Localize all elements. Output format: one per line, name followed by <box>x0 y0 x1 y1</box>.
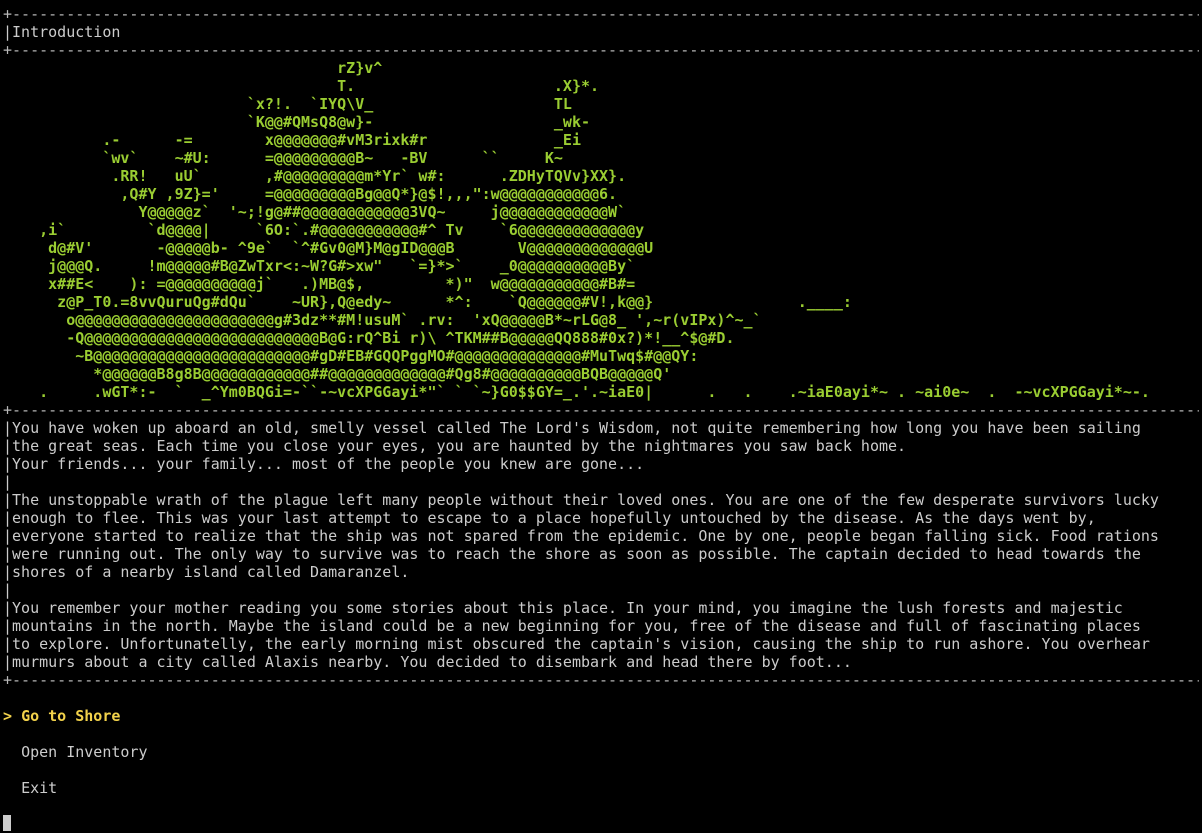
screen-title: |Introduction <box>3 23 121 41</box>
story-line: |enough to flee. This was your last atte… <box>3 509 1096 527</box>
art-line: -Q@@@@@@@@@@@@@@@@@@@@@@@@@@B@G:rQ^Bi r)… <box>3 329 735 347</box>
story-line: |mountains in the north. Maybe the islan… <box>3 617 1141 635</box>
title-border: +---------------------------------------… <box>3 41 1199 59</box>
story-line: |shores of a nearby island called Damara… <box>3 563 410 581</box>
art-line: ,Q#Y ,9Z}=' =@@@@@@@@@Bg@@Q*}@$!,,,":w@@… <box>3 185 618 203</box>
text-cursor <box>3 815 11 831</box>
art-line: rZ}v^ <box>3 59 383 77</box>
story-line: |were running out. The only way to survi… <box>3 545 1141 563</box>
terminal-window: +---------------------------------------… <box>3 5 1199 833</box>
story-line: |You remember your mother reading you so… <box>3 599 1123 617</box>
art-line: Y@@@@@z` '~;!g@##@@@@@@@@@@@@3VQ~ j@@@@@… <box>3 203 627 221</box>
story-line: |The unstoppable wrath of the plague lef… <box>3 491 1159 509</box>
selection-marker: > <box>3 707 22 725</box>
story-line: |to explore. Unfortunatelly, the early m… <box>3 635 1150 653</box>
art-line: T. .X}*. <box>3 77 600 95</box>
art-line: ~B@@@@@@@@@@@@@@@@@@@@@@@@#gD#EB#GQQPggM… <box>3 347 699 365</box>
art-border: +---------------------------------------… <box>3 401 1199 419</box>
art-line: ,i` `d@@@@| `6O:`.#@@@@@@@@@@@#^ Tv `6@@… <box>3 221 645 239</box>
art-line: `x?!. `IYQ\V_ TL <box>3 95 572 113</box>
art-line: .RR! uU` ,#@@@@@@@@@m*Yr` w#: .ZDHyTQVv}… <box>3 167 627 185</box>
art-line: *@@@@@@B8g8B@@@@@@@@@@@@##@@@@@@@@@@@@@#… <box>3 365 672 383</box>
story-border: +---------------------------------------… <box>3 671 1199 689</box>
art-line: `K@@#QMsQ8@w}- _wk- <box>3 113 590 131</box>
story-line: |everyone started to realize that the sh… <box>3 527 1159 545</box>
story-line: |the great seas. Each time you close you… <box>3 437 907 455</box>
story-text: |You have woken up aboard an old, smelly… <box>3 419 1199 671</box>
story-line: | <box>3 473 13 491</box>
story-line: |Your friends... your family... most of … <box>3 455 645 473</box>
art-line: o@@@@@@@@@@@@@@@@@@@@@@g#3dz**#M!usuM` .… <box>3 311 762 329</box>
story-line: | <box>3 581 13 599</box>
art-line: . .wGT*:- ` _^Ym0BQGi=-``-~vcXPGGayi*"` … <box>3 383 1150 401</box>
menu: > Go to Shore Open Inventory Exit <box>3 707 1199 833</box>
menu-item-label: Exit <box>21 779 58 797</box>
story-line: |You have woken up aboard an old, smelly… <box>3 419 1141 437</box>
art-line: j@@@Q. !m@@@@@#B@ZwTxr<:~W?G#>xw" `=}*>`… <box>3 257 636 275</box>
menu-item-label: Go to Shore <box>21 707 121 725</box>
menu-item-exit[interactable]: Exit <box>3 779 1199 797</box>
art-line: .- -= x@@@@@@@#vM3rixk#r _Ei <box>3 131 581 149</box>
menu-item-go-to-shore[interactable]: > Go to Shore <box>3 707 1199 725</box>
ascii-ship-art: rZ}v^ T. .X}*. `x?!. `IYQ\V_ TL `K@@#QMs… <box>3 59 1199 401</box>
art-line: `wv` ~#U: =@@@@@@@@@B~ -BV `` K~ <box>3 149 563 167</box>
menu-item-open-inventory[interactable]: Open Inventory <box>3 743 1199 761</box>
art-line: z@P_T0.=8vvQuruQg#dQu` ~UR},Q@edy~ *^: `… <box>3 293 852 311</box>
art-line: x##E< ): =@@@@@@@@@@j` .)MB@$, *)" w@@@@… <box>3 275 636 293</box>
story-line: |murmurs about a city called Alaxis near… <box>3 653 852 671</box>
menu-item-label: Open Inventory <box>21 743 148 761</box>
art-line: d@#V' -@@@@@b- ^9e` `^#Gv0@M}M@gID@@@B V… <box>3 239 654 257</box>
top-border: +---------------------------------------… <box>3 5 1199 23</box>
